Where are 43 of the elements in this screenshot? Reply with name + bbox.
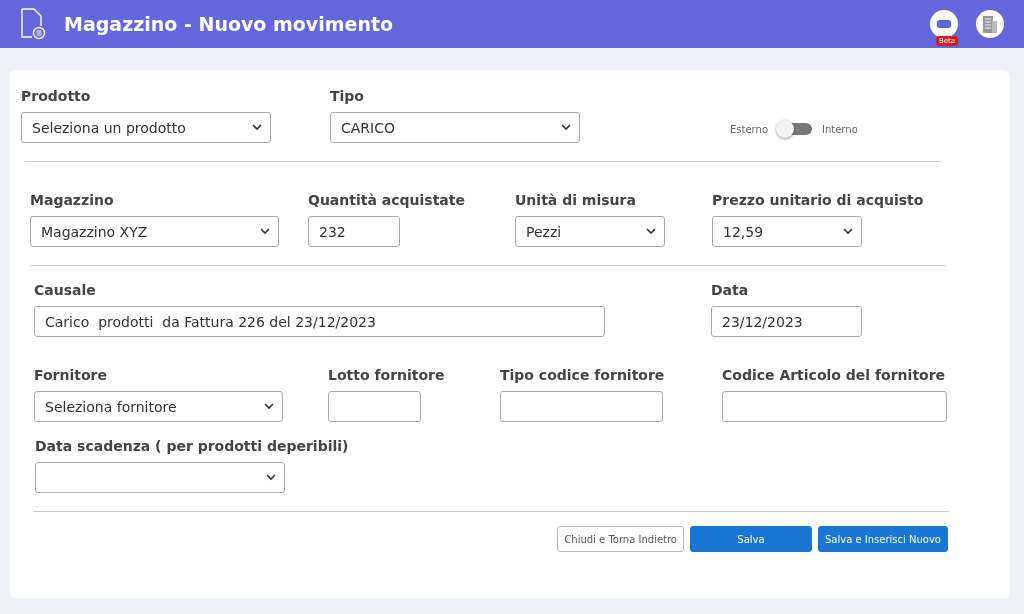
field-label: Quantità acquistate [308, 192, 466, 208]
chevron-down-icon [252, 124, 262, 131]
field-label: Unità di misura [515, 192, 637, 208]
toggle-label: Interno [822, 123, 858, 135]
input-field[interactable] [328, 391, 421, 422]
input-field[interactable] [500, 391, 663, 422]
chevron-down-icon [843, 228, 853, 235]
select-field[interactable]: CARICO [330, 112, 580, 143]
chevron-down-icon [260, 228, 270, 235]
select-field[interactable]: Pezzi [515, 216, 665, 247]
action-button[interactable]: Chiudi e Torna Indietro [557, 526, 684, 552]
field-label: Prodotto [21, 88, 92, 104]
chevron-down-icon [561, 124, 571, 131]
field-label: Data [711, 282, 750, 298]
field-label: Lotto fornitore [328, 367, 446, 383]
select-field[interactable]: Seleziona un prodotto [21, 112, 271, 143]
field-label: Magazzino [30, 192, 115, 208]
document-icon [20, 8, 46, 40]
ticket-icon[interactable] [936, 18, 952, 30]
action-button[interactable]: Salva e Inserisci Nuovo [818, 526, 948, 552]
input-field[interactable]: 23/12/2023 [711, 306, 862, 337]
toggle-switch[interactable] [778, 123, 812, 135]
input-field[interactable]: 232 [308, 216, 400, 247]
field-label: Prezzo unitario di acquisto [712, 192, 925, 208]
input-field[interactable] [722, 391, 947, 422]
chevron-down-icon [264, 403, 274, 410]
select-field[interactable]: Magazzino XYZ [30, 216, 279, 247]
input-field[interactable]: Carico prodotti da Fattura 226 del 23/12/2023 [34, 306, 605, 337]
action-button[interactable]: Salva [690, 526, 812, 552]
field-label: Data scadenza ( per prodotti deperibili) [35, 438, 350, 454]
select-field[interactable] [35, 462, 285, 493]
field-label: Causale [34, 282, 97, 298]
field-label: Tipo [330, 88, 365, 104]
building-icon[interactable] [976, 10, 1004, 38]
select-field[interactable]: 12,59 [712, 216, 862, 247]
field-label: Tipo codice fornitore [500, 367, 666, 383]
toggle-label: Esterno [730, 123, 768, 135]
page-title: Magazzino - Nuovo movimento [64, 13, 395, 35]
chevron-down-icon [646, 228, 656, 235]
field-label: Codice Articolo del fornitore [722, 367, 947, 383]
field-label: Fornitore [34, 367, 108, 383]
select-field[interactable]: Seleziona fornitore [34, 391, 283, 422]
chevron-down-icon [266, 474, 276, 481]
